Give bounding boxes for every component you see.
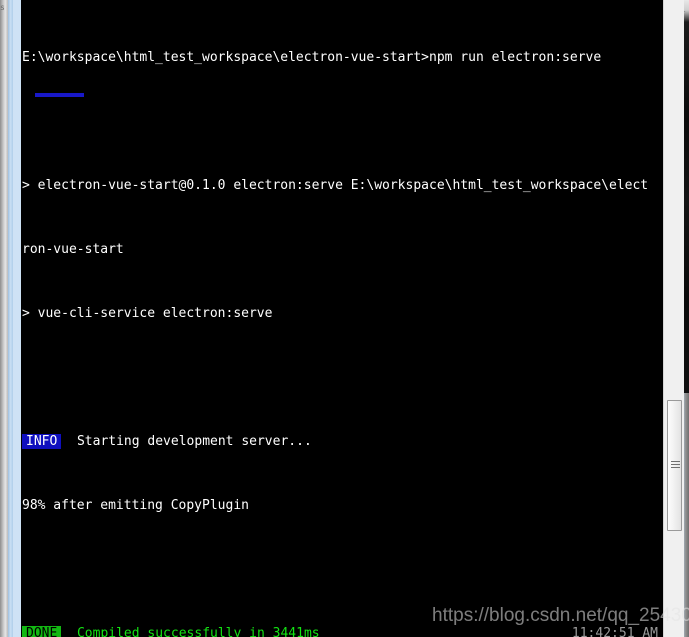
npm-script-text: > electron-vue-start@0.1.0 electron:serv… — [22, 178, 649, 193]
scrollbar-grip-icon — [671, 461, 680, 468]
console-client-area[interactable]: E:\workspace\html_test_workspace\electro… — [21, 0, 663, 637]
terminal-line-compiled-1: DONE Compiled successfully in 3441ms 11:4… — [21, 626, 663, 637]
done-badge-1: DONE — [22, 626, 62, 637]
text-cursor — [35, 93, 84, 97]
terminal-output: E:\workspace\html_test_workspace\electro… — [21, 2, 663, 637]
cli-text: > vue-cli-service electron:serve — [22, 306, 273, 321]
info-badge: INFO — [22, 434, 62, 449]
screenshot-root: s nc : : \ l l ] e r OF / W i "1 pa h p … — [0, 0, 689, 637]
terminal-line-cli: > vue-cli-service electron:serve — [21, 306, 663, 322]
compiled-text-1: Compiled successfully in 3441ms — [76, 626, 320, 637]
npm-script-wrap-text: ron-vue-start — [22, 242, 124, 257]
terminal-line-info-starting: INFO Starting development server... — [21, 434, 663, 450]
terminal-line-prompt: E:\workspace\html_test_workspace\electro… — [21, 50, 663, 66]
info-starting-text: Starting development server... — [76, 434, 312, 449]
vertical-scrollbar[interactable] — [663, 0, 684, 637]
terminal-line-blank-2 — [21, 370, 663, 386]
terminal-line-npm-script: > electron-vue-start@0.1.0 electron:serv… — [21, 178, 663, 194]
scrollbar-thumb[interactable] — [667, 400, 682, 531]
timestamp-1: 11:42:51 AM — [571, 626, 658, 637]
terminal-line-progress: 98% after emitting CopyPlugin — [21, 498, 663, 514]
progress-text: 98% after emitting CopyPlugin — [22, 498, 249, 513]
terminal-line-npm-script-wrap: ron-vue-start — [21, 242, 663, 258]
terminal-line-blank-1 — [21, 114, 663, 130]
prompt-text: E:\workspace\html_test_workspace\electro… — [22, 50, 602, 65]
window-left-border — [8, 0, 13, 637]
terminal-line-blank-3 — [21, 562, 663, 578]
console-window: E:\workspace\html_test_workspace\electro… — [8, 0, 684, 637]
